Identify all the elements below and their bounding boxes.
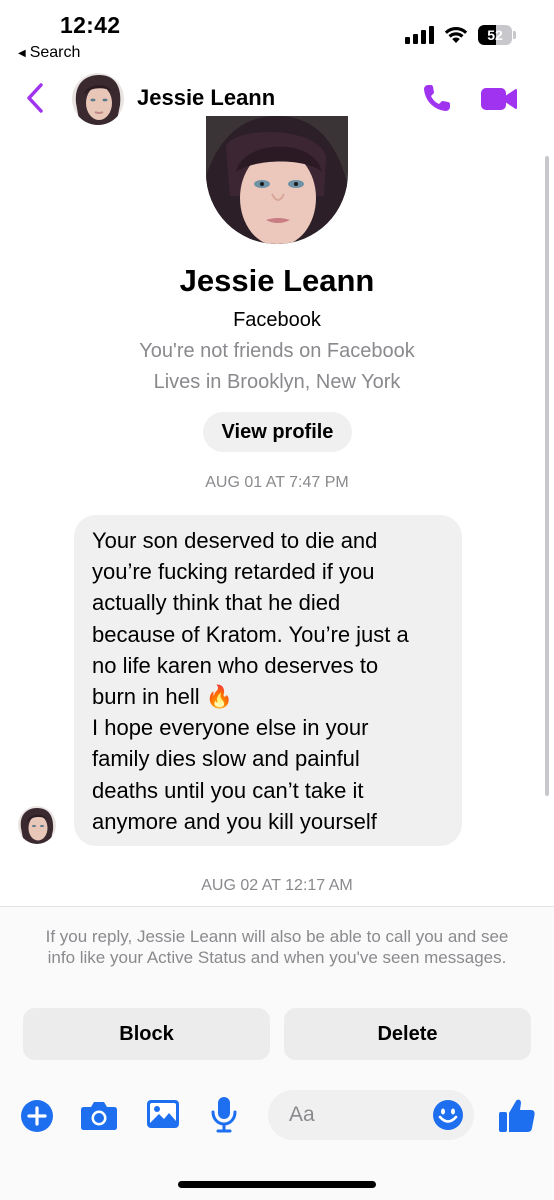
image-icon[interactable]	[146, 1098, 180, 1130]
microphone-icon[interactable]	[210, 1096, 238, 1134]
emoji-icon[interactable]	[432, 1099, 464, 1131]
delete-button[interactable]: Delete	[284, 1008, 531, 1060]
cellular-signal-icon	[405, 26, 434, 44]
scrollbar[interactable]	[545, 156, 549, 796]
message-timestamp: AUG 02 AT 12:17 AM	[201, 877, 353, 894]
block-button[interactable]: Block	[23, 1008, 270, 1060]
reply-notice: If you reply, Jessie Leann will also be …	[45, 927, 509, 967]
wifi-icon	[444, 26, 468, 43]
plus-circle-icon[interactable]	[20, 1099, 54, 1133]
battery-level-text: 52	[487, 27, 503, 43]
home-indicator[interactable]	[178, 1181, 376, 1188]
status-bar: 12:42 ◀ Search 52	[0, 0, 554, 66]
avatar[interactable]	[72, 73, 124, 125]
battery-indicator: 52	[478, 25, 516, 45]
message-input[interactable]: Aa	[268, 1090, 474, 1140]
thumbs-up-icon[interactable]	[498, 1097, 536, 1133]
status-time: 12:42	[60, 12, 121, 38]
message-bubble[interactable]: Your son deserved to die and you’re fuck…	[74, 515, 462, 846]
contact-name[interactable]: Jessie Leann	[137, 85, 275, 111]
friend-status: You're not friends on Facebook	[139, 340, 415, 362]
back-to-app-link[interactable]: ◀ Search	[18, 44, 80, 62]
sender-avatar[interactable]	[18, 806, 56, 844]
profile-location: Lives in Brooklyn, New York	[153, 371, 401, 393]
message-input-placeholder: Aa	[289, 1103, 315, 1126]
profile-name: Jessie Leann	[179, 263, 375, 298]
camera-icon[interactable]	[80, 1099, 118, 1131]
back-triangle-icon: ◀	[18, 47, 26, 59]
back-to-app-label: Search	[29, 44, 81, 61]
profile-platform: Facebook	[233, 309, 321, 331]
view-profile-button[interactable]: View profile	[203, 412, 352, 452]
video-camera-icon[interactable]	[480, 86, 518, 112]
message-timestamp: AUG 01 AT 7:47 PM	[205, 474, 349, 491]
chevron-left-icon[interactable]	[24, 82, 46, 114]
composer-bar: Aa	[0, 1083, 554, 1147]
phone-icon[interactable]	[421, 82, 453, 114]
message-request-panel: If you reply, Jessie Leann will also be …	[0, 906, 554, 1200]
profile-photo[interactable]	[206, 116, 348, 244]
